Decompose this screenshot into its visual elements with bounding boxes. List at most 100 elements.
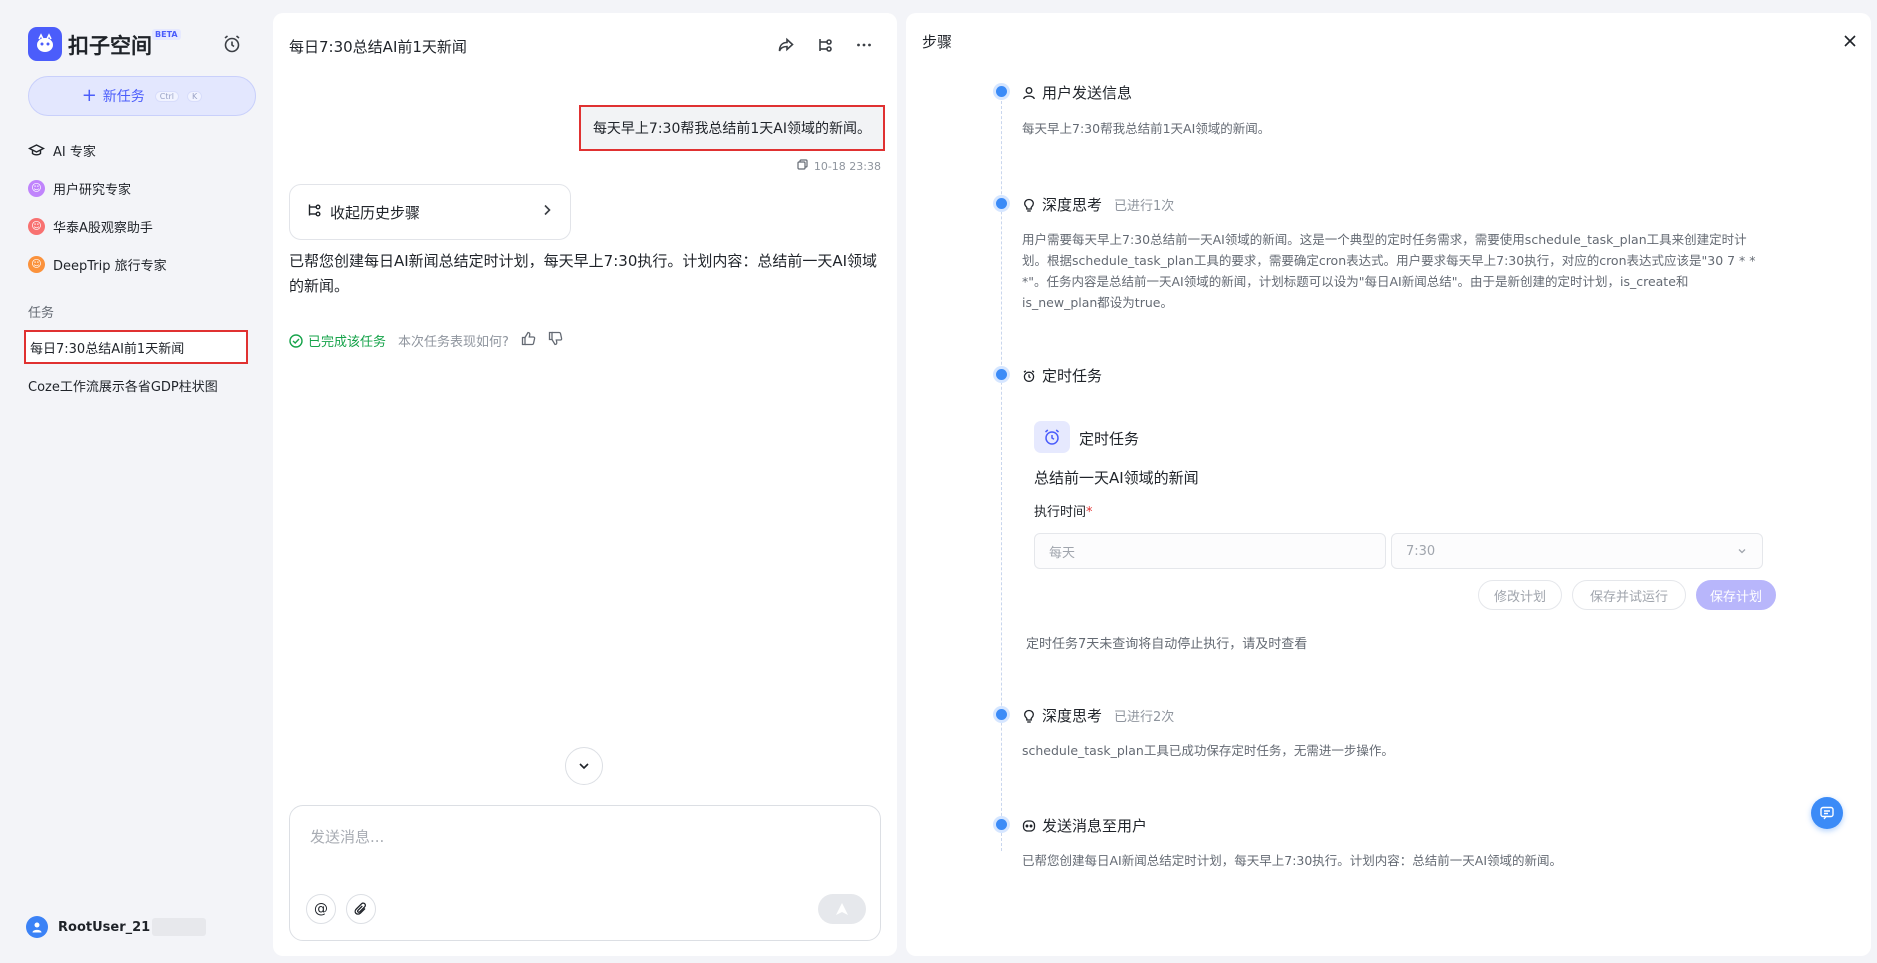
- timeline-dot: [996, 819, 1007, 830]
- timeline-dot: [996, 86, 1007, 97]
- save-and-run-button[interactable]: 保存并试运行: [1572, 580, 1686, 610]
- workflow-icon[interactable]: [813, 33, 837, 57]
- user-message: 每天早上7:30帮我总结前1天AI领域的新闻。: [578, 105, 885, 151]
- required-mark: *: [1086, 505, 1093, 520]
- step-body: 用户需要每天早上7:30总结前一天AI领域的新闻。这是一个典型的定时任务需求，需…: [1022, 232, 1756, 310]
- task-feedback-row: 已完成该任务 本次任务表现如何?: [289, 331, 563, 350]
- user-icon: [1023, 86, 1035, 99]
- sidebar: 扣子空间 BETA + 新任务 Ctrl K AI 专家 ☺ 用户研究专家 ☺ …: [0, 0, 270, 963]
- frequency-select[interactable]: 每天: [1034, 533, 1386, 569]
- thumbs-up-icon[interactable]: [521, 331, 536, 350]
- step-heading: 发送消息至用户: [1022, 815, 1147, 836]
- step-subtitle: 已进行1次: [1114, 199, 1175, 214]
- sidebar-item-label: 用户研究专家: [53, 182, 132, 198]
- travel-icon: ☺: [28, 255, 45, 273]
- share-icon[interactable]: [774, 33, 798, 57]
- tasks-section-label: 任务: [28, 306, 55, 321]
- user-name: RootUser_21: [58, 919, 151, 935]
- frequency-value: 每天: [1049, 545, 1076, 561]
- message-meta: 10-18 23:38: [797, 159, 881, 173]
- logo-icon: [28, 27, 62, 61]
- copy-icon[interactable]: [797, 159, 808, 173]
- modify-plan-button[interactable]: 修改计划: [1478, 580, 1562, 610]
- mention-button[interactable]: @: [306, 894, 336, 924]
- sidebar-item-deeptrip[interactable]: ☺ DeepTrip 旅行专家: [26, 248, 256, 280]
- exec-label-text: 执行时间: [1034, 505, 1087, 520]
- avatar: [26, 916, 48, 938]
- assistant-reply: 已帮您创建每日AI新闻总结定时计划，每天早上7:30执行。计划内容：总结前一天A…: [289, 252, 878, 295]
- graduation-cap-icon: [28, 142, 45, 159]
- task-item-gdp-chart[interactable]: Coze工作流展示各省GDP柱状图: [24, 368, 248, 402]
- step-subtitle: 已进行2次: [1114, 710, 1175, 725]
- user-research-icon: ☺: [28, 179, 45, 197]
- save-plan-button[interactable]: 保存计划: [1696, 580, 1776, 610]
- message-timestamp: 10-18 23:38: [813, 159, 881, 173]
- exec-time-label: 执行时间*: [1034, 501, 1093, 520]
- time-value: 7:30: [1406, 543, 1436, 559]
- chat-bot-icon: [1022, 819, 1036, 832]
- close-button[interactable]: [1838, 29, 1862, 53]
- more-icon[interactable]: [852, 33, 876, 57]
- brand-name: 扣子空间: [68, 34, 152, 58]
- scroll-down-button[interactable]: [565, 747, 603, 785]
- history-steps-card[interactable]: 收起历史步骤: [289, 184, 571, 240]
- step-title: 深度思考: [1042, 707, 1103, 725]
- new-task-button[interactable]: + 新任务 Ctrl K: [28, 76, 256, 116]
- chevron-right-icon: [540, 203, 554, 221]
- plus-icon: +: [81, 85, 97, 106]
- sidebar-item-label: AI 专家: [53, 144, 96, 160]
- step-title: 发送消息至用户: [1042, 817, 1148, 835]
- sidebar-item-ai-expert[interactable]: AI 专家: [26, 134, 256, 166]
- task-done-status: 已完成该任务: [289, 331, 386, 350]
- sidebar-item-label: DeepTrip 旅行专家: [53, 258, 167, 274]
- timeline-dot: [996, 709, 1007, 720]
- task-warning: 定时任务7天未查询将自动停止执行，请及时查看: [1026, 637, 1308, 652]
- rate-question: 本次任务表现如何?: [398, 335, 509, 350]
- sidebar-item-huatai[interactable]: ☺ 华泰A股观察助手: [26, 210, 256, 242]
- close-icon: [1844, 35, 1856, 47]
- steps-panel: 步骤 用户发送信息 每天早上7:30帮我总结前1天AI领域的新闻。 深度思考 已…: [906, 13, 1871, 956]
- redacted-box: [152, 918, 207, 936]
- at-icon: @: [314, 901, 328, 917]
- step-heading: 定时任务: [1022, 365, 1102, 386]
- beta-badge: BETA: [152, 29, 181, 40]
- stock-icon: ☺: [28, 217, 45, 235]
- step-body: schedule_task_plan工具已成功保存定时任务，无需进一步操作。: [1022, 743, 1394, 758]
- lightbulb-icon: [1024, 198, 1034, 212]
- chat-panel: 每日7:30总结AI前1天新闻 每天早上7:30帮我总结前1天AI领域的新闻。 …: [273, 13, 897, 956]
- step-body: 每天早上7:30帮我总结前1天AI领域的新闻。: [1022, 121, 1271, 136]
- step-title: 用户发送信息: [1042, 84, 1133, 102]
- alarm-clock-icon[interactable]: [221, 33, 243, 55]
- user-profile[interactable]: RootUser_21: [26, 914, 207, 940]
- step-body: 已帮您创建每日AI新闻总结定时计划，每天早上7:30执行。计划内容：总结前一天A…: [1022, 853, 1563, 868]
- task-item-daily-news[interactable]: 每日7:30总结AI前1天新闻: [24, 330, 248, 364]
- new-task-label: 新任务: [102, 89, 145, 105]
- feedback-button[interactable]: [1811, 797, 1843, 829]
- chat-title: 每日7:30总结AI前1天新闻: [289, 38, 467, 56]
- scheduled-task-icon: [1034, 421, 1070, 453]
- steps-title: 步骤: [922, 33, 953, 51]
- timeline-dot: [996, 369, 1007, 380]
- chevron-down-icon: [579, 763, 589, 770]
- chat-bubble-icon: [1820, 806, 1834, 820]
- send-button[interactable]: [818, 894, 866, 924]
- attach-button[interactable]: [346, 894, 376, 924]
- branch-icon: [306, 202, 322, 222]
- thumbs-down-icon[interactable]: [548, 331, 563, 350]
- sidebar-item-label: 华泰A股观察助手: [53, 220, 153, 236]
- history-card-label: 收起历史步骤: [330, 203, 421, 222]
- step-heading: 用户发送信息: [1022, 82, 1132, 103]
- task-card-title: 定时任务: [1079, 430, 1140, 448]
- timeline-dot: [996, 198, 1007, 209]
- time-select[interactable]: 7:30: [1391, 533, 1763, 569]
- task-description: 总结前一天AI领域的新闻: [1034, 469, 1199, 487]
- chevron-down-icon: [1738, 549, 1746, 554]
- sidebar-item-user-research[interactable]: ☺ 用户研究专家: [26, 172, 256, 204]
- step-heading[interactable]: 深度思考 已进行1次: [1022, 194, 1174, 215]
- lightbulb-icon: [1024, 709, 1034, 723]
- step-heading[interactable]: 深度思考 已进行2次: [1022, 705, 1174, 726]
- check-circle-icon: [289, 333, 303, 348]
- step-title: 定时任务: [1042, 367, 1103, 385]
- message-input[interactable]: [310, 828, 850, 846]
- shortcut-ctrl: Ctrl: [154, 90, 180, 102]
